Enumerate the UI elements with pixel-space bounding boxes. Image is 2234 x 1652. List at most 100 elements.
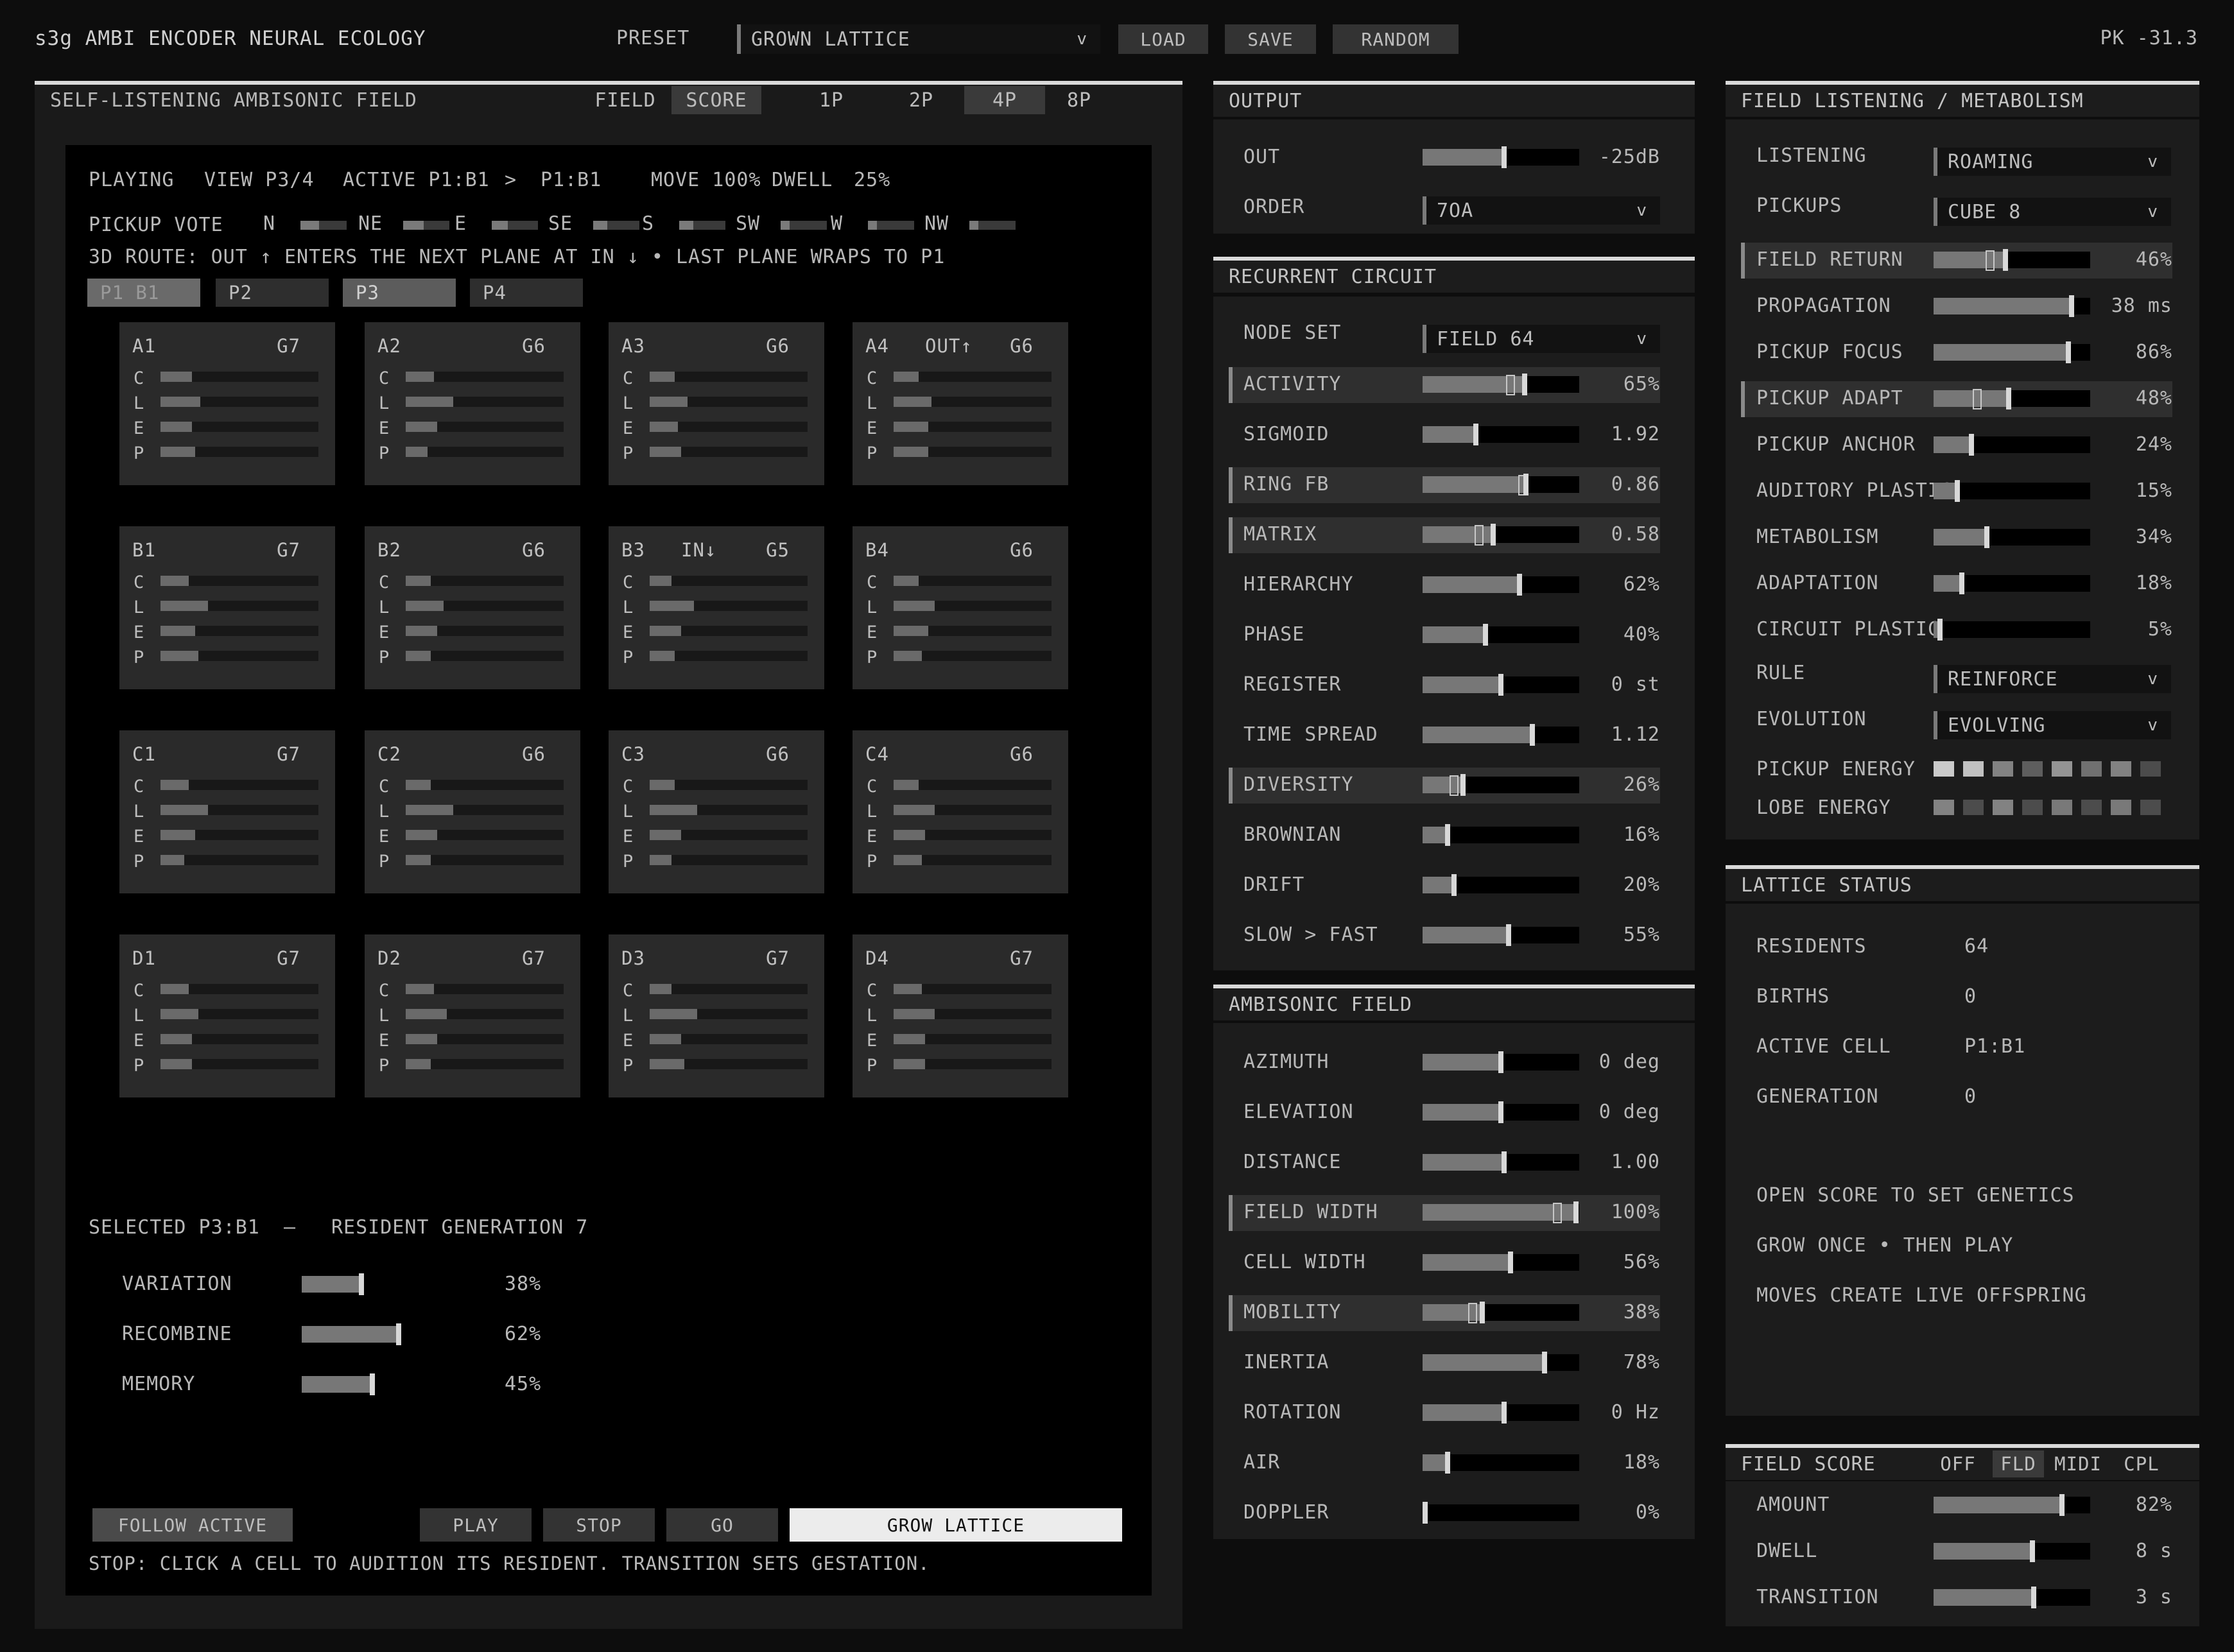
lattice-cell-d1[interactable]: D1 G7 C L E P [119, 934, 335, 1097]
lattice-cell-a4[interactable]: A4 OUT↑ G6 C L E P [853, 322, 1068, 485]
param-slider-field-width[interactable] [1423, 1201, 1579, 1223]
param-slider-metabolism-thumb[interactable] [1984, 526, 1989, 548]
param-slider-air[interactable] [1423, 1452, 1579, 1474]
param-slider-register-thumb[interactable] [1498, 674, 1503, 696]
fieldscore-mode-fld[interactable]: FLD [1993, 1450, 2044, 1477]
lattice-cell-c3[interactable]: C3 G6 C L E P [609, 730, 824, 893]
lattice-cell-b3[interactable]: B3 IN↓ G5 C L E P [609, 526, 824, 689]
fieldscore-mode-cpl[interactable]: CPL [2116, 1450, 2167, 1477]
param-slider-pickup-adapt[interactable] [1934, 388, 2090, 409]
order-select[interactable]: 7OA v [1423, 196, 1660, 225]
gene-slider-variation[interactable] [302, 1273, 458, 1295]
lattice-cell-b1[interactable]: B1 G7 C L E P [119, 526, 335, 689]
param-slider-phase-thumb[interactable] [1482, 624, 1488, 646]
param-slider-field-width-thumb[interactable] [1573, 1201, 1579, 1223]
param-slider-inertia-thumb[interactable] [1542, 1352, 1548, 1373]
param-slider-diversity[interactable] [1423, 774, 1579, 796]
param-slider-amount[interactable] [1934, 1494, 2090, 1516]
param-slider-matrix[interactable] [1423, 524, 1579, 546]
param-slider-cell-width[interactable] [1423, 1252, 1579, 1273]
param-slider-sigmoid-thumb[interactable] [1473, 424, 1478, 445]
param-slider-metabolism[interactable] [1934, 526, 2090, 548]
gene-slider-memory-thumb[interactable] [369, 1373, 375, 1395]
param-slider-activity[interactable] [1423, 374, 1579, 395]
param-slider-time-spread[interactable] [1423, 724, 1579, 746]
param-slider-drift[interactable] [1423, 874, 1579, 896]
play-button[interactable]: PLAY [420, 1508, 532, 1542]
param-slider-time-spread-thumb[interactable] [1529, 724, 1535, 746]
param-slider-auditory-plastic[interactable] [1934, 480, 2090, 502]
lattice-cell-c1[interactable]: C1 G7 C L E P [119, 730, 335, 893]
param-slider-hierarchy[interactable] [1423, 574, 1579, 596]
param-slider-elevation[interactable] [1423, 1101, 1579, 1123]
tab-field[interactable]: FIELD [587, 86, 664, 114]
lattice-cell-c2[interactable]: C2 G6 C L E P [365, 730, 580, 893]
gene-slider-recombine[interactable] [302, 1323, 458, 1345]
param-slider-doppler[interactable] [1423, 1502, 1579, 1524]
lattice-cell-a1[interactable]: A1 G7 C L E P [119, 322, 335, 485]
param-slider-azimuth[interactable] [1423, 1051, 1579, 1073]
param-slider-diversity-thumb[interactable] [1460, 774, 1466, 796]
plane-tab-4[interactable]: P4 [470, 279, 583, 307]
param-slider-phase[interactable] [1423, 624, 1579, 646]
param-slider-circuit-plastic-thumb[interactable] [1937, 619, 1943, 641]
param-slider-distance-thumb[interactable] [1501, 1151, 1507, 1173]
param-slider-field-return[interactable] [1934, 249, 2090, 271]
param-slider-rotation[interactable] [1423, 1402, 1579, 1424]
pickups-select[interactable]: CUBE 8 v [1934, 198, 2171, 226]
lattice-cell-c4[interactable]: C4 G6 C L E P [853, 730, 1068, 893]
param-slider-activity-thumb[interactable] [1521, 374, 1527, 395]
param-slider-mobility-thumb[interactable] [1479, 1302, 1485, 1323]
lattice-cell-a2[interactable]: A2 G6 C L E P [365, 322, 580, 485]
param-slider-drift-thumb[interactable] [1451, 874, 1457, 896]
param-slider-pickup-focus[interactable] [1934, 341, 2090, 363]
param-slider-amount-thumb[interactable] [2059, 1494, 2065, 1516]
save-button[interactable]: SAVE [1225, 24, 1316, 54]
param-slider-matrix-thumb[interactable] [1490, 524, 1496, 546]
gene-slider-recombine-thumb[interactable] [396, 1323, 402, 1345]
param-slider-mobility[interactable] [1423, 1302, 1579, 1323]
param-slider-brownian[interactable] [1423, 824, 1579, 846]
lattice-cell-d3[interactable]: D3 G7 C L E P [609, 934, 824, 1097]
param-slider-slow-fast[interactable] [1423, 924, 1579, 946]
param-slider-transition-thumb[interactable] [2031, 1587, 2037, 1608]
param-slider-circuit-plastic[interactable] [1934, 619, 2090, 641]
param-slider-register[interactable] [1423, 674, 1579, 696]
param-slider-rotation-thumb[interactable] [1501, 1402, 1507, 1424]
follow-active-button[interactable]: FOLLOW ACTIVE [92, 1508, 293, 1542]
param-slider-hierarchy-thumb[interactable] [1517, 574, 1523, 596]
param-slider-ring-fb-thumb[interactable] [1523, 474, 1529, 495]
param-slider-azimuth-thumb[interactable] [1498, 1051, 1503, 1073]
pickup-mode-8p[interactable]: 8P [1050, 86, 1108, 114]
param-slider-dwell-thumb[interactable] [2029, 1540, 2035, 1562]
param-slider-slow-fast-thumb[interactable] [1506, 924, 1512, 946]
param-slider-pickup-adapt-thumb[interactable] [2006, 388, 2012, 409]
param-slider-air-thumb[interactable] [1445, 1452, 1451, 1474]
fieldscore-mode-midi[interactable]: MIDI [2049, 1450, 2107, 1477]
gene-slider-memory[interactable] [302, 1373, 458, 1395]
param-slider-dwell[interactable] [1934, 1540, 2090, 1562]
param-slider-pickup-focus-thumb[interactable] [2065, 341, 2071, 363]
plane-tab-1[interactable]: P1 B1 [87, 279, 200, 307]
lattice-cell-d4[interactable]: D4 G7 C L E P [853, 934, 1068, 1097]
param-slider-doppler-thumb[interactable] [1423, 1502, 1428, 1524]
out-thumb[interactable] [1501, 146, 1507, 168]
param-slider-adaptation-thumb[interactable] [1959, 572, 1964, 594]
param-slider-elevation-thumb[interactable] [1498, 1101, 1503, 1123]
listening-select[interactable]: ROAMING v [1934, 148, 2171, 176]
gene-slider-variation-thumb[interactable] [358, 1273, 364, 1295]
param-slider-propagation-thumb[interactable] [2068, 295, 2074, 317]
pickup-mode-4p[interactable]: 4P [964, 86, 1045, 114]
param-slider-distance[interactable] [1423, 1151, 1579, 1173]
param-slider-ring-fb[interactable] [1423, 474, 1579, 495]
evolution-select[interactable]: EVOLVING v [1934, 711, 2171, 739]
stop-button[interactable]: STOP [543, 1508, 655, 1542]
random-button[interactable]: RANDOM [1333, 24, 1459, 54]
param-slider-cell-width-thumb[interactable] [1507, 1252, 1513, 1273]
lattice-cell-d2[interactable]: D2 G7 C L E P [365, 934, 580, 1097]
lattice-cell-a3[interactable]: A3 G6 C L E P [609, 322, 824, 485]
grow-lattice-button[interactable]: GROW LATTICE [790, 1508, 1122, 1542]
param-slider-propagation[interactable] [1934, 295, 2090, 317]
out-slider[interactable] [1423, 146, 1579, 168]
rule-select[interactable]: REINFORCE v [1934, 665, 2171, 693]
